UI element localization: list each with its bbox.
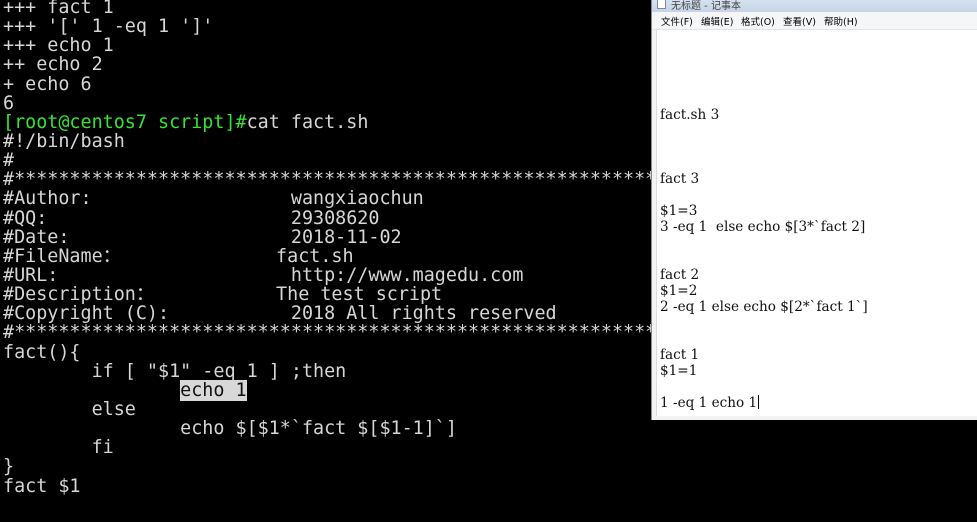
selected-text[interactable]: echo 1	[180, 379, 247, 401]
notepad-line	[660, 123, 868, 139]
menu-edit[interactable]: 编辑(E)	[701, 14, 733, 28]
file-line: }	[3, 456, 15, 478]
shell-command: cat fact.sh	[246, 111, 369, 133]
notepad-line: $1=1	[660, 363, 698, 379]
text-caret	[758, 395, 760, 409]
notepad-line	[660, 331, 868, 347]
notepad-line	[660, 251, 868, 267]
notepad-line: $1=2	[660, 283, 698, 299]
file-line: fact $1	[3, 475, 81, 497]
notepad-line	[660, 187, 868, 203]
notepad-line: fact 2	[660, 267, 700, 283]
notepad-line	[660, 59, 868, 75]
notepad-line: fact 1	[660, 347, 700, 363]
notepad-line: fact 3	[660, 171, 700, 187]
notepad-line	[660, 139, 868, 155]
file-line: echo $[$1*`fact $[$1-1]`]	[3, 418, 457, 440]
notepad-line	[660, 43, 868, 59]
notepad-line: 2 -eq 1 else echo $[2*`fact 1`]	[660, 299, 868, 315]
notepad-icon	[657, 0, 666, 9]
menu-file[interactable]: 文件(F)	[661, 14, 693, 28]
menu-help[interactable]: 帮助(H)	[824, 14, 858, 28]
notepad-line: 3 -eq 1 else echo $[3*`fact 2]	[660, 219, 866, 235]
notepad-line	[660, 379, 868, 395]
notepad-line	[660, 91, 868, 107]
menu-view[interactable]: 查看(V)	[783, 14, 816, 28]
notepad-current-text: 1 -eq 1 echo 1	[660, 395, 758, 411]
notepad-line	[660, 155, 868, 171]
notepad-line	[660, 75, 868, 91]
notepad-menubar: 文件(F) 编辑(E) 格式(O) 查看(V) 帮助(H)	[652, 12, 977, 30]
file-line: fi	[3, 437, 114, 459]
notepad-title: 无标题 - 记事本	[671, 1, 741, 12]
notepad-window[interactable]: 无标题 - 记事本 文件(F) 编辑(E) 格式(O) 查看(V) 帮助(H) …	[651, 0, 977, 420]
notepad-text-area[interactable]: fact.sh 3 fact 3 $1=3 3 -eq 1 else echo …	[656, 30, 977, 416]
notepad-line	[660, 315, 868, 331]
menu-format[interactable]: 格式(O)	[741, 14, 775, 28]
notepad-line	[660, 235, 868, 251]
notepad-line: $1=3	[660, 203, 698, 219]
shell-prompt: [root@centos7 script]#	[3, 111, 247, 133]
notepad-titlebar[interactable]: 无标题 - 记事本	[652, 0, 977, 12]
notepad-line-current: 1 -eq 1 echo 1	[660, 395, 868, 411]
notepad-lines: fact.sh 3 fact 3 $1=3 3 -eq 1 else echo …	[660, 43, 868, 411]
desktop: +++ fact 1 +++ '[' 1 -eq 1 ']' +++ echo …	[0, 0, 977, 522]
notepad-line: fact.sh 3	[660, 107, 720, 123]
